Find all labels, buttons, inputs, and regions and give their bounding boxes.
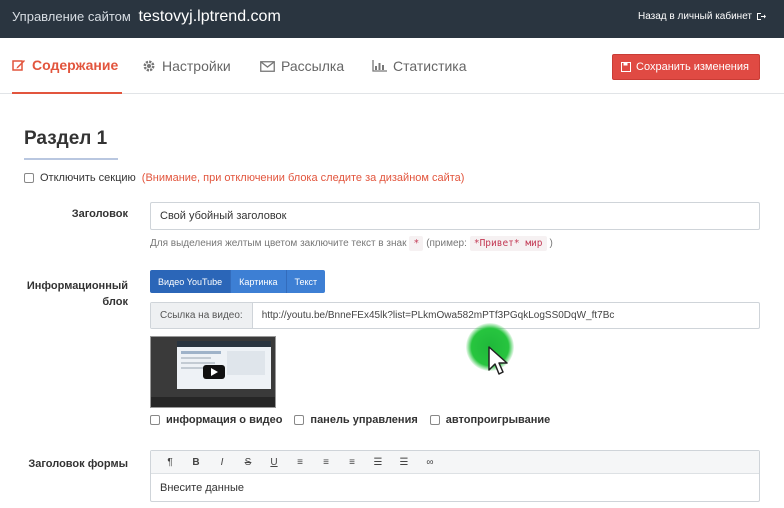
- info-block-label: Информационный блок: [20, 278, 128, 310]
- tab-bar: Содержание Настройки Рассылка Статистика…: [0, 38, 784, 94]
- app-title-prefix: Управление сайтом: [12, 9, 131, 24]
- info-type-image-button[interactable]: Картинка: [231, 270, 287, 293]
- tab-settings-label: Настройки: [162, 58, 231, 74]
- heading-hint-example-close: ): [549, 238, 553, 249]
- option-video-info-checkbox[interactable]: [150, 415, 160, 425]
- save-changes-button[interactable]: Сохранить изменения: [612, 54, 760, 80]
- disable-section-row: Отключить секцию (Внимание, при отключен…: [24, 172, 464, 184]
- link-icon[interactable]: ∞: [417, 457, 443, 468]
- save-icon: [621, 62, 632, 72]
- form-heading-editor: ¶ B I S U ≡ ≡ ≡ ☰ ☰ ∞ Внесите данные: [150, 450, 760, 502]
- heading-input[interactable]: Свой убойный заголовок: [150, 202, 760, 230]
- top-bar: Управление сайтом testovyj.lptrend.com Н…: [0, 0, 784, 38]
- form-heading-input[interactable]: Внесите данные: [151, 474, 759, 502]
- info-block-label-line2: блок: [102, 296, 128, 308]
- back-to-cabinet-link[interactable]: Назад в личный кабинет: [638, 11, 766, 22]
- video-thumbnail[interactable]: [150, 336, 276, 408]
- section-title: Раздел 1: [24, 128, 108, 149]
- strikethrough-icon[interactable]: S: [235, 457, 261, 468]
- align-left-icon[interactable]: ≡: [287, 457, 313, 468]
- align-right-icon[interactable]: ≡: [339, 457, 365, 468]
- bar-chart-icon: [372, 60, 387, 72]
- tab-mailing-label: Рассылка: [281, 58, 345, 74]
- align-center-icon[interactable]: ≡: [313, 457, 339, 468]
- gear-icon: [143, 60, 155, 72]
- heading-hint-symbol: *: [409, 236, 424, 251]
- info-block-label-line1: Информационный: [26, 280, 128, 292]
- info-type-text-button[interactable]: Текст: [286, 270, 326, 293]
- disable-section-warning: (Внимание, при отключении блока следите …: [141, 172, 465, 184]
- sign-out-icon: [757, 13, 766, 20]
- mouse-pointer-icon: [488, 346, 508, 375]
- video-link-input[interactable]: http://youtu.be/BnneFEx45lk?list=PLkmOwa…: [253, 303, 624, 328]
- info-block-type-switch: Видео YouTube Картинка Текст: [150, 270, 326, 293]
- save-changes-label: Сохранить изменения: [636, 61, 749, 73]
- form-heading-label: Заголовок формы: [28, 458, 128, 470]
- section-divider: [24, 158, 118, 160]
- tab-statistics-label: Статистика: [393, 58, 467, 74]
- disable-section-label: Отключить секцию: [40, 172, 136, 184]
- video-preview-image: [151, 337, 275, 407]
- italic-icon[interactable]: I: [209, 457, 235, 468]
- tab-content[interactable]: Содержание: [12, 38, 122, 94]
- ordered-list-icon[interactable]: ☰: [365, 457, 391, 468]
- unordered-list-icon[interactable]: ☰: [391, 457, 417, 468]
- tab-content-label: Содержание: [32, 57, 119, 73]
- edit-icon: [12, 59, 25, 71]
- editor-toolbar: ¶ B I S U ≡ ≡ ≡ ☰ ☰ ∞: [151, 451, 759, 474]
- option-autoplay-label: автопроигрывание: [445, 414, 551, 426]
- option-controls-checkbox[interactable]: [294, 415, 305, 425]
- disable-section-checkbox[interactable]: [24, 173, 34, 183]
- heading-input-value: Свой убойный заголовок: [160, 210, 287, 222]
- video-link-addon: Ссылка на видео:: [151, 303, 253, 328]
- form-heading-value: Внесите данные: [160, 482, 244, 494]
- site-name: testovyj.lptrend.com: [138, 8, 281, 25]
- app-title: Управление сайтом testovyj.lptrend.com: [12, 8, 281, 26]
- heading-label: Заголовок: [71, 208, 128, 220]
- heading-hint-text: Для выделения желтым цветом заключите те…: [150, 238, 407, 249]
- option-video-info: информация о видео: [150, 414, 282, 426]
- back-to-cabinet-label: Назад в личный кабинет: [637, 11, 752, 22]
- option-video-info-label: информация о видео: [166, 414, 283, 426]
- option-autoplay-checkbox[interactable]: [429, 415, 440, 425]
- heading-hint-example-code: *Привет* мир: [469, 236, 547, 251]
- tab-statistics[interactable]: Статистика: [372, 38, 467, 94]
- tab-mailing[interactable]: Рассылка: [260, 38, 344, 94]
- heading-hint: Для выделения желтым цветом заключите те…: [150, 236, 553, 251]
- info-type-youtube-button[interactable]: Видео YouTube: [150, 270, 232, 293]
- envelope-icon: [260, 60, 275, 72]
- heading-hint-example-open: (пример:: [426, 238, 467, 249]
- paragraph-icon[interactable]: ¶: [157, 457, 183, 468]
- video-link-field: Ссылка на видео: http://youtu.be/BnneFEx…: [150, 302, 760, 329]
- bold-icon[interactable]: B: [183, 457, 209, 468]
- option-controls: панель управления: [294, 414, 418, 426]
- option-controls-label: панель управления: [310, 414, 418, 426]
- video-options: информация о видео панель управления авт…: [150, 414, 550, 426]
- underline-icon[interactable]: U: [261, 457, 287, 468]
- option-autoplay: автопроигрывание: [429, 414, 551, 426]
- tab-settings[interactable]: Настройки: [142, 38, 231, 94]
